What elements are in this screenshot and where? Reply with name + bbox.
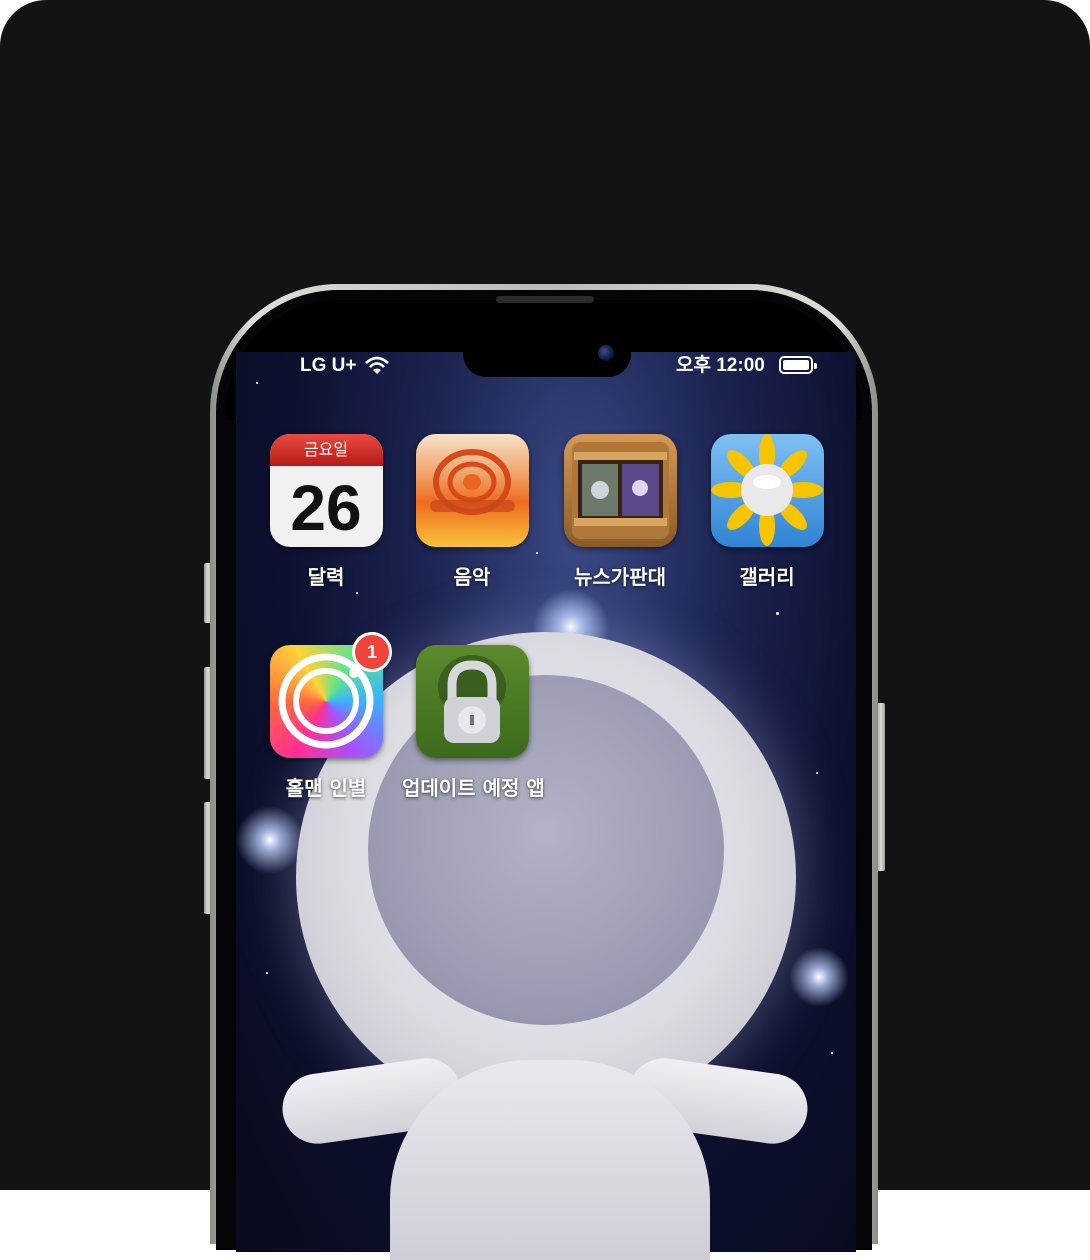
music-icon bbox=[415, 434, 529, 547]
gallery-icon bbox=[710, 434, 824, 547]
calendar-icon: 금요일 26 bbox=[269, 434, 383, 547]
front-camera bbox=[598, 345, 614, 361]
app-label: 홀맨 인별 bbox=[285, 776, 367, 800]
app-locked[interactable]: 업데이트 예정 앱 bbox=[402, 645, 545, 801]
battery-icon bbox=[779, 356, 817, 374]
earpiece-speaker bbox=[496, 296, 594, 303]
power-button[interactable] bbox=[877, 703, 885, 871]
calendar-day-name: 금요일 bbox=[269, 434, 383, 466]
newsstand-icon bbox=[563, 434, 677, 547]
app-newsstand[interactable]: 뉴스가판대 bbox=[550, 434, 690, 590]
carrier-label: LG U+ bbox=[300, 355, 357, 376]
app-label: 갤러리 bbox=[739, 565, 795, 589]
app-label: 음악 bbox=[453, 565, 491, 589]
app-label: 업데이트 예정 앱 bbox=[402, 776, 545, 800]
app-gallery[interactable]: 갤러리 bbox=[697, 434, 837, 590]
calendar-date: 26 bbox=[290, 472, 362, 544]
wifi-icon bbox=[364, 356, 390, 380]
notification-badge: 1 bbox=[352, 632, 392, 672]
app-label: 달력 bbox=[307, 565, 345, 589]
app-label: 뉴스가판대 bbox=[574, 565, 666, 589]
app-calendar[interactable]: 금요일 26 달력 bbox=[256, 434, 396, 590]
clock-label: 오후 12:00 bbox=[676, 355, 765, 376]
app-music[interactable]: 음악 bbox=[402, 434, 542, 590]
lock-icon bbox=[415, 645, 529, 758]
